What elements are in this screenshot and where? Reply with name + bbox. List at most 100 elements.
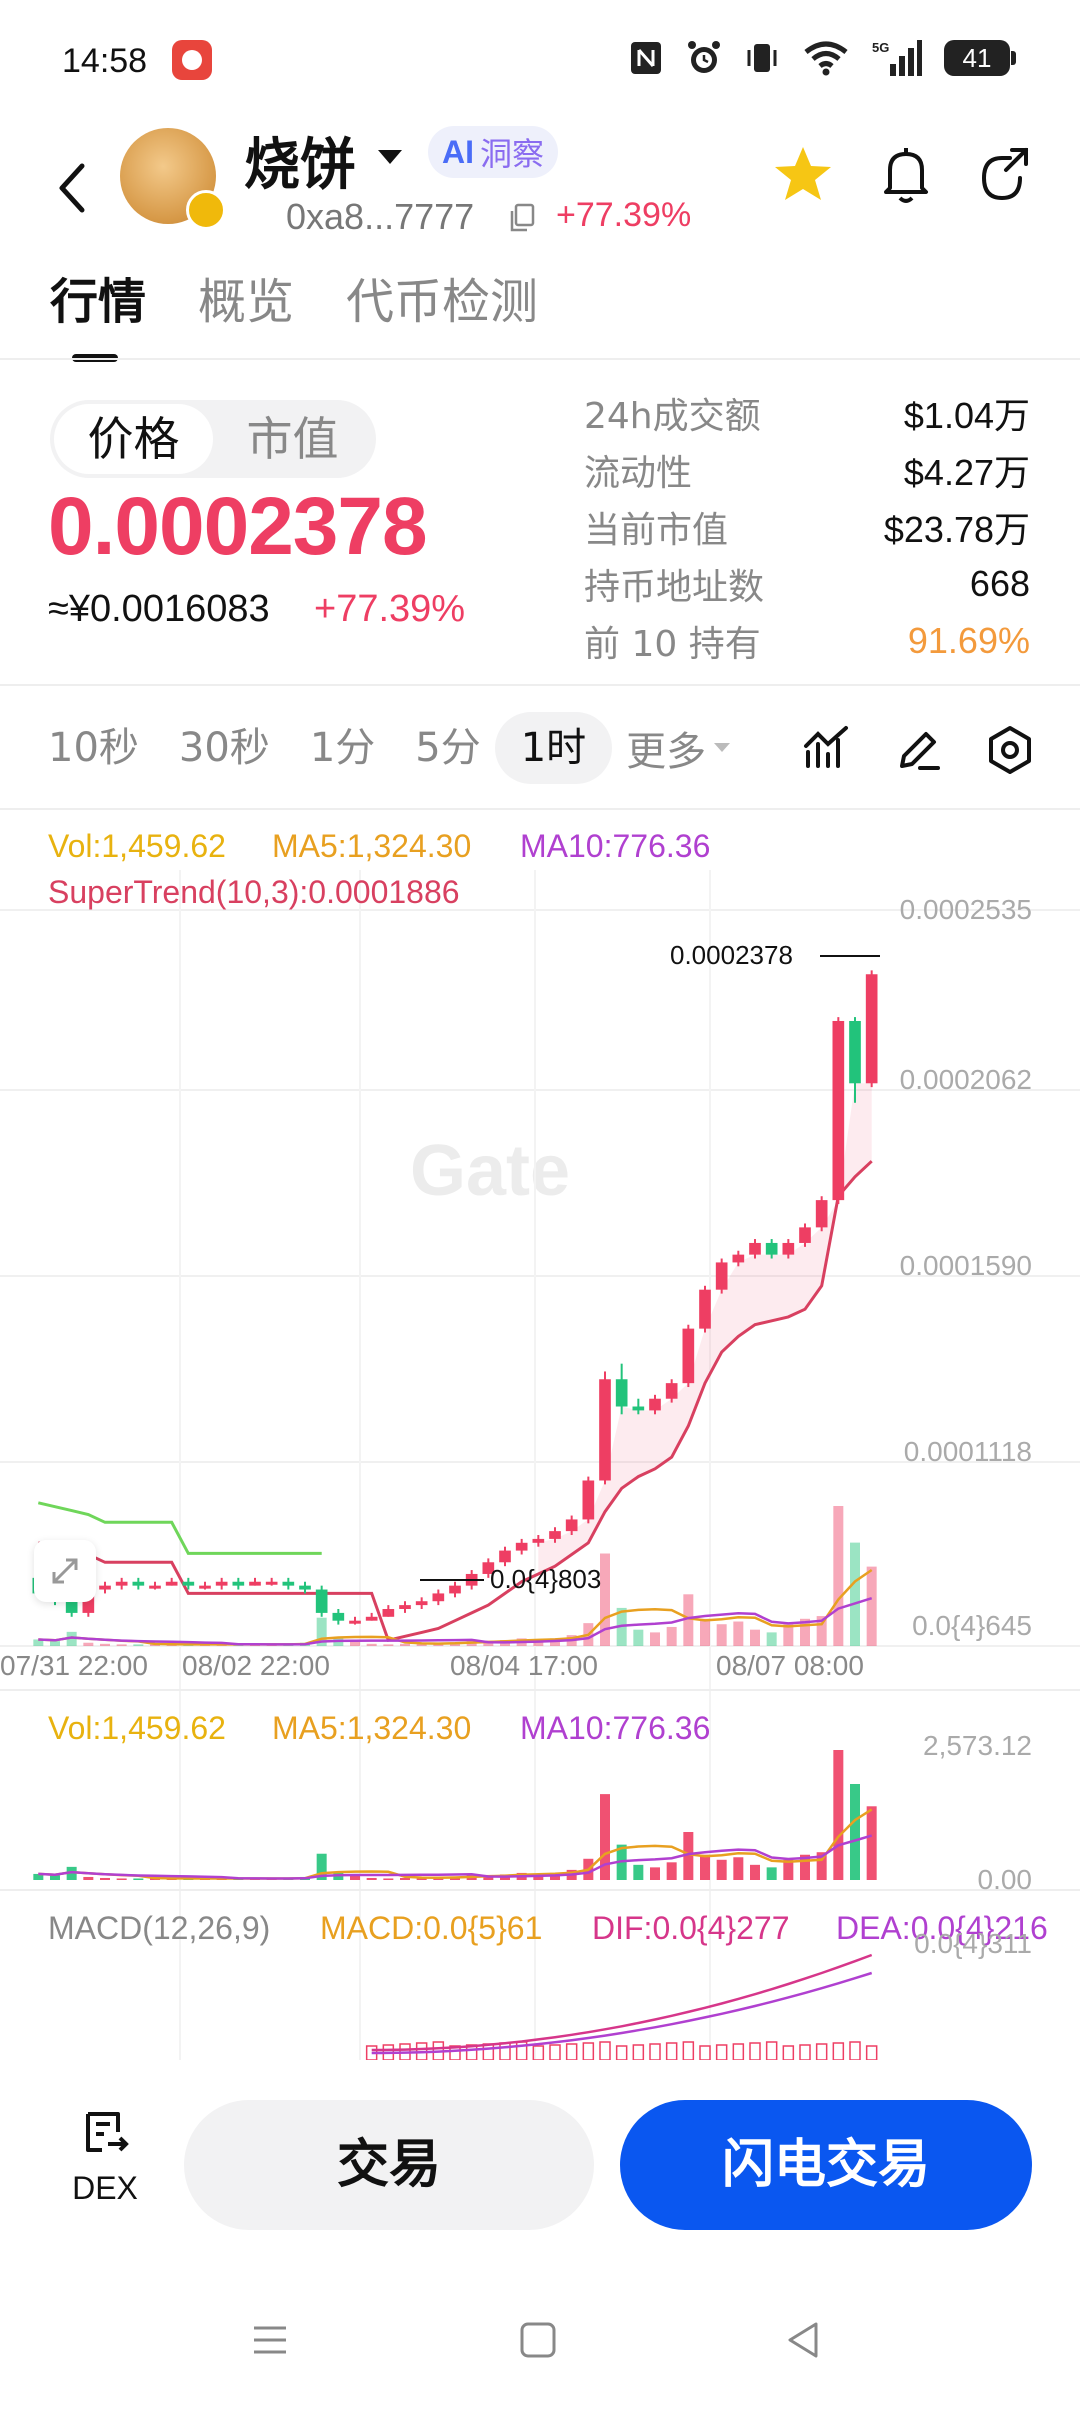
svg-text:5G: 5G — [872, 40, 889, 55]
overlay-volume-bar — [833, 1506, 844, 1646]
overlay-volume-bar — [733, 1621, 744, 1646]
candle-body — [232, 1581, 245, 1586]
vol-legend-ma10: MA10:776.36 — [520, 1710, 711, 1746]
favorite-star-icon[interactable] — [770, 142, 836, 208]
overlay-volume-bar — [700, 1618, 710, 1646]
token-avatar — [120, 128, 226, 230]
vol-ma10-line — [38, 1834, 873, 1880]
ai-insight-button[interactable]: AI 洞察 — [428, 126, 559, 178]
interval-30s[interactable]: 30秒 — [179, 712, 270, 784]
back-icon[interactable] — [780, 2316, 828, 2364]
menu-icon[interactable] — [246, 2316, 294, 2364]
segment-price[interactable]: 价格 — [54, 404, 213, 474]
macd-legend-title: MACD(12,26,9) — [48, 1910, 271, 1946]
candlestick-chart-area[interactable]: Gate Vol:1,459.62 MA5:1,324.30 MA10:776.… — [0, 810, 1080, 2060]
macd-histogram-bar — [749, 2042, 761, 2060]
candle-body — [282, 1581, 295, 1586]
macd-histogram-bar — [715, 2044, 728, 2060]
candle-body — [132, 1581, 145, 1586]
candle-body — [815, 1200, 828, 1228]
interval-1h[interactable]: 1时 — [494, 712, 613, 784]
date-label: 08/04 17:00 — [450, 1650, 598, 1681]
macd-histogram-bar — [682, 2041, 695, 2060]
high-price-label: 0.0002378 — [670, 940, 793, 970]
candle-body — [349, 1620, 361, 1624]
interval-1m[interactable]: 1分 — [310, 712, 375, 784]
vol-ma5-line — [38, 1808, 873, 1880]
candle-body — [215, 1581, 228, 1586]
tab-market[interactable]: 行情 — [50, 262, 146, 362]
overlay-volume-bar — [866, 1566, 877, 1646]
copy-icon[interactable] — [508, 202, 536, 234]
bottom-action-bar: DEX 交易 闪电交易 — [0, 2060, 1080, 2240]
stat-label: 持币地址数 — [584, 566, 765, 608]
token-name[interactable]: 烧饼 — [244, 120, 356, 201]
candle-body — [182, 1581, 195, 1586]
price-axis-label: 0.0002062 — [899, 1064, 1032, 1095]
candle-body — [749, 1242, 761, 1255]
bnb-chain-icon — [186, 190, 226, 230]
volume-bar — [116, 1878, 127, 1880]
candle-body — [582, 1480, 595, 1520]
tab-overview[interactable]: 概览 — [198, 262, 294, 362]
macd-legend-dif: DIF:0.0{4}277 — [592, 1910, 790, 1946]
price-mcap-toggle: 价格 市值 — [50, 400, 376, 478]
price-change-percent: +77.39% — [314, 588, 466, 630]
candle-body — [732, 1254, 745, 1263]
candle-body — [599, 1379, 611, 1481]
volume-bar — [350, 1875, 360, 1880]
candle-body — [99, 1585, 111, 1590]
volume-bar — [716, 1859, 727, 1880]
chevron-down-icon[interactable] — [378, 150, 402, 164]
volume-bar — [700, 1854, 710, 1880]
date-label: 08/07 08:00 — [716, 1650, 864, 1681]
stat-row: 24h成交额 $1.04万 — [584, 384, 1030, 441]
ai-badge-label: 洞察 — [480, 135, 545, 173]
candle-body — [532, 1538, 545, 1543]
overlay-volume-bar — [366, 1643, 377, 1646]
volume-bar — [633, 1864, 644, 1880]
overlay-volume-bar — [666, 1626, 677, 1646]
overlay-volume-bar — [133, 1644, 144, 1646]
back-arrow-icon[interactable] — [44, 148, 104, 228]
indicator-icon[interactable] — [800, 722, 856, 778]
current-price: 0.0002378 — [48, 481, 428, 572]
candle-body — [765, 1242, 778, 1255]
macd-legend-value: MACD:0.0{5}61 — [320, 1910, 543, 1946]
macd-axis-label: 0.0{4}311 — [914, 1928, 1032, 1959]
interval-more-dropdown[interactable]: 更多 — [626, 719, 731, 777]
legend-ma5: MA5:1,324.30 — [272, 828, 472, 864]
tab-token-check[interactable]: 代币检测 — [346, 262, 538, 362]
macd-histogram-bar — [632, 2044, 645, 2060]
candle-body — [782, 1242, 795, 1255]
segment-market-cap[interactable]: 市值 — [213, 404, 372, 474]
trade-button[interactable]: 交易 — [184, 2100, 594, 2230]
candle-body — [499, 1550, 511, 1563]
stat-label: 24h成交额 — [584, 395, 761, 437]
tabs-divider — [0, 358, 1080, 360]
stat-row: 持币地址数 668 — [584, 555, 1030, 612]
status-time: 14:58 — [62, 42, 148, 80]
candle-body — [449, 1585, 461, 1594]
price-axis-label: 0.0{4}645 — [912, 1610, 1032, 1641]
expand-chart-button[interactable] — [34, 1540, 96, 1602]
interval-selector: 10秒 30秒 1分 5分 1时 更多 — [48, 712, 731, 784]
flash-trade-button[interactable]: 闪电交易 — [620, 2100, 1032, 2230]
macd-histogram-bar — [549, 2044, 561, 2060]
candle-body — [832, 1020, 845, 1201]
settings-hexagon-icon[interactable] — [982, 722, 1038, 778]
macd-histogram-bar — [599, 2041, 611, 2060]
candle-body — [515, 1542, 528, 1551]
interval-5m[interactable]: 5分 — [415, 712, 480, 784]
volume-bar — [83, 1876, 94, 1880]
home-icon[interactable] — [514, 2316, 562, 2364]
bell-icon[interactable] — [876, 142, 936, 208]
overlay-volume-bar — [50, 1641, 60, 1646]
draw-pen-icon[interactable] — [890, 722, 946, 778]
share-icon[interactable] — [974, 142, 1034, 208]
vol-legend-ma5: MA5:1,324.30 — [272, 1710, 472, 1746]
interval-10s[interactable]: 10秒 — [48, 712, 139, 784]
date-label: 08/02 22:00 — [182, 1650, 330, 1681]
dex-button[interactable]: DEX — [50, 2106, 160, 2207]
overlay-volume-bar — [116, 1644, 127, 1646]
